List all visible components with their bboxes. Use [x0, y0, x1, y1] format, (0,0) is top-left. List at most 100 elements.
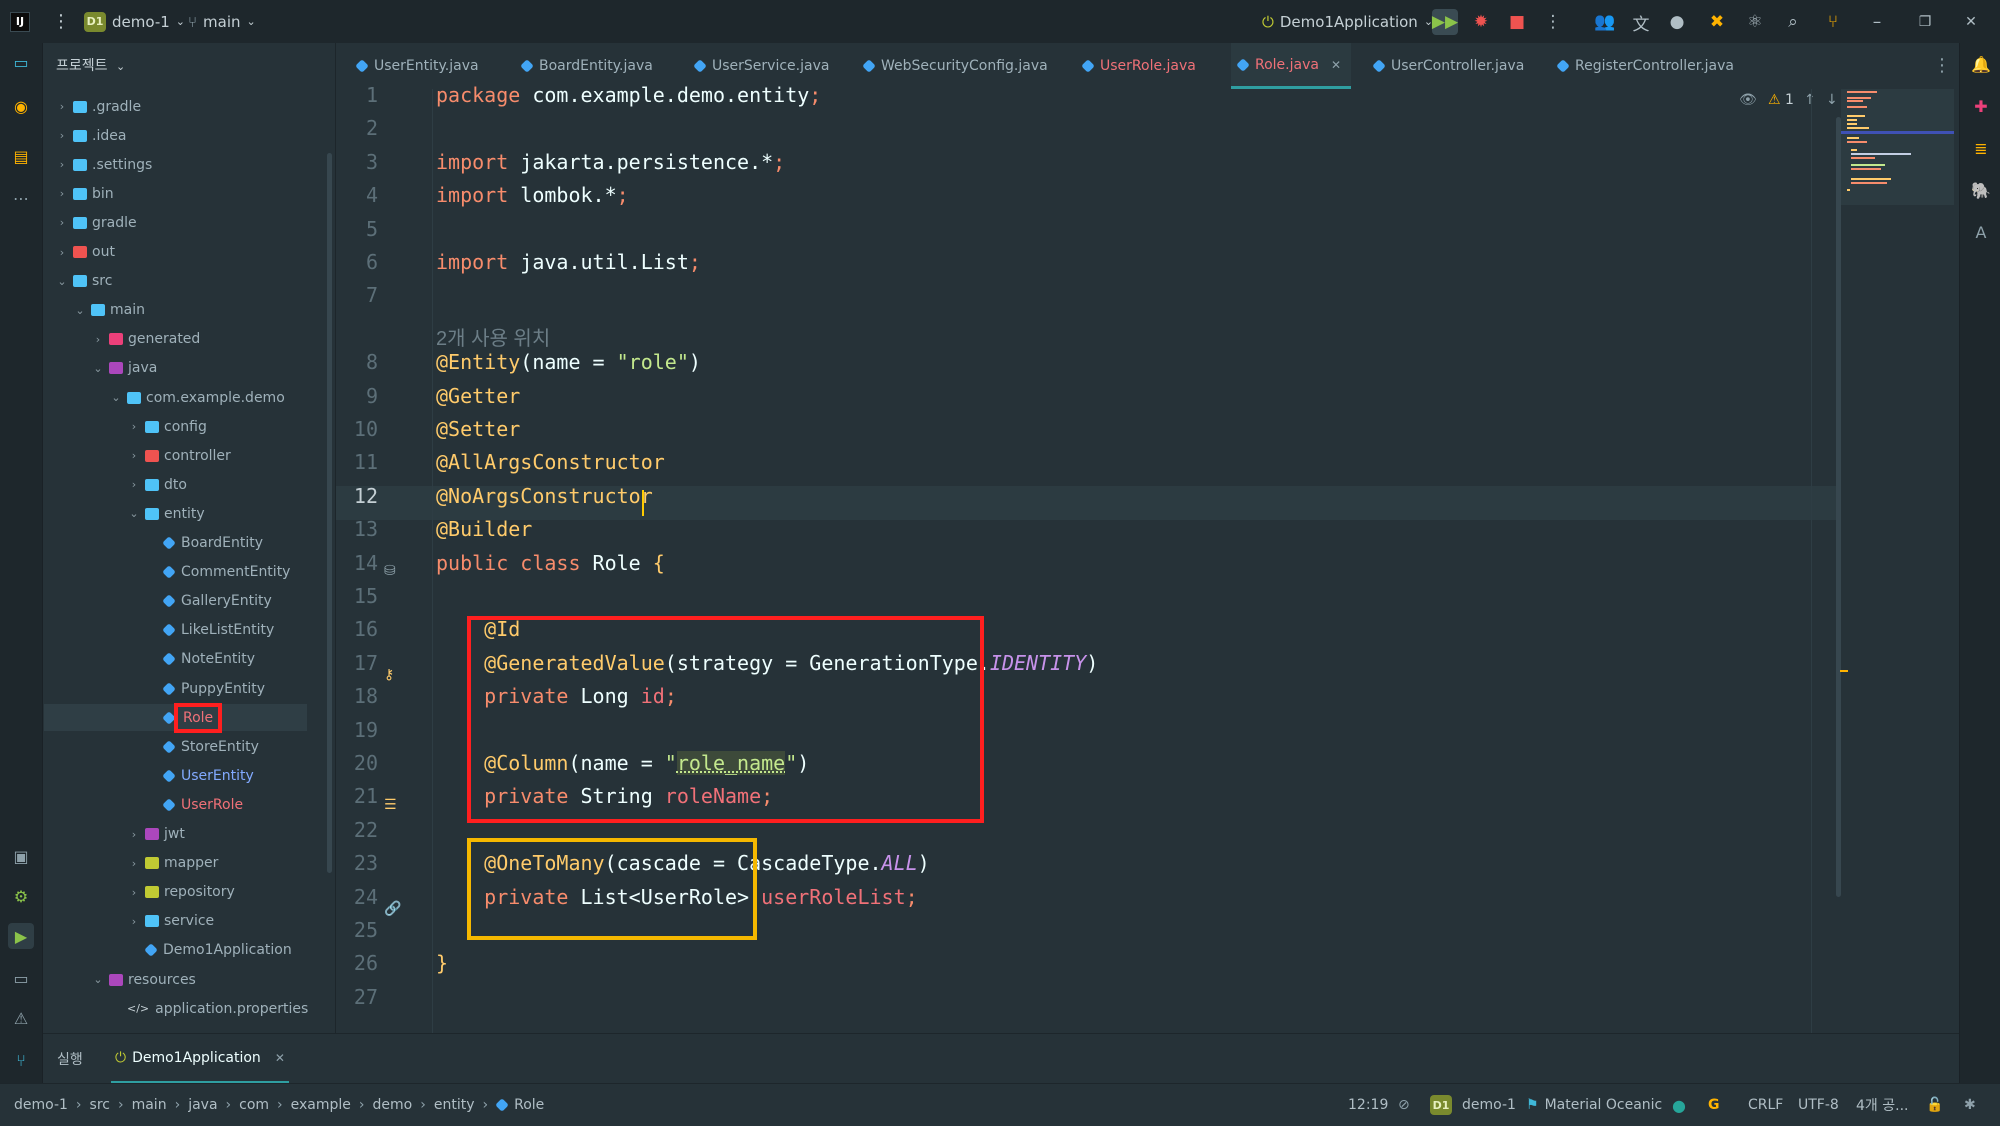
- tab-userrole[interactable]: UserRole.java: [1076, 43, 1202, 89]
- chevron-right-icon[interactable]: ›: [55, 246, 69, 259]
- chevron-right-icon[interactable]: ›: [127, 857, 141, 870]
- tree-folder[interactable]: › controller: [127, 441, 231, 470]
- run-tab[interactable]: 실행: [57, 1049, 83, 1069]
- run-tool-icon[interactable]: ▶: [8, 923, 34, 949]
- tree-file[interactable]: CommentEntity: [145, 558, 290, 587]
- prev-highlight-icon[interactable]: ↑: [1804, 92, 1816, 108]
- breadcrumb-item[interactable]: src: [90, 1097, 110, 1113]
- app-logo[interactable]: IJ: [10, 0, 30, 43]
- branch-selector[interactable]: ⑂ main ⌄: [188, 0, 256, 43]
- structure-tool-icon[interactable]: ▤: [8, 143, 34, 169]
- column-icon[interactable]: ☰: [384, 797, 397, 813]
- status-dot-icon[interactable]: ●: [1672, 1084, 1686, 1126]
- tree-file[interactable]: </> application.properties: [109, 994, 308, 1023]
- breadcrumb-item[interactable]: com: [239, 1097, 269, 1113]
- terminal-icon[interactable]: ▭: [8, 965, 34, 991]
- tree-folder[interactable]: › bin: [55, 179, 114, 208]
- stop-icon[interactable]: ■: [1504, 9, 1530, 35]
- tree-folder[interactable]: › repository: [127, 878, 235, 907]
- tree-folder[interactable]: › gradle: [55, 208, 137, 237]
- next-highlight-icon[interactable]: ↓: [1826, 92, 1838, 108]
- tree-folder[interactable]: ⌄ resources: [91, 965, 195, 994]
- warning-indicator[interactable]: ⚠ 1: [1768, 92, 1794, 108]
- rerun-icon[interactable]: ▶▶: [1432, 9, 1458, 35]
- record-icon[interactable]: ●: [1664, 9, 1690, 35]
- file-encoding[interactable]: UTF-8: [1798, 1084, 1839, 1126]
- indent-setting[interactable]: 4개 공...: [1856, 1084, 1908, 1126]
- tab-more-icon[interactable]: ⋮: [1933, 55, 1951, 76]
- key-icon[interactable]: ⚷: [384, 667, 394, 683]
- memory-icon[interactable]: ✱: [1964, 1084, 1976, 1126]
- relation-link-icon[interactable]: 🔗: [384, 901, 401, 917]
- tree-file[interactable]: NoteEntity: [145, 645, 255, 674]
- chevron-right-icon[interactable]: ›: [127, 828, 141, 841]
- run-config-selector[interactable]: ⏻ Demo1Application ⌄: [1262, 0, 1433, 43]
- project-panel-header[interactable]: 프로젝트 ⌄: [56, 55, 125, 75]
- bookmarks-icon[interactable]: ▣: [8, 843, 34, 869]
- tree-folder[interactable]: › out: [55, 238, 115, 267]
- commit-tool-icon[interactable]: ◉: [8, 93, 34, 119]
- tree-folder[interactable]: ⌄ src: [55, 267, 112, 296]
- reader-mode-icon[interactable]: 👁: [1739, 92, 1757, 108]
- notifications-icon[interactable]: 🔔: [1968, 51, 1994, 77]
- breadcrumb-item[interactable]: demo: [373, 1097, 413, 1113]
- tree-file[interactable]: GalleryEntity: [145, 587, 272, 616]
- tree-folder[interactable]: › .settings: [55, 150, 152, 179]
- build-tools-icon[interactable]: ✖: [1704, 9, 1730, 35]
- tree-file[interactable]: StoreEntity: [145, 732, 259, 761]
- warning-marker[interactable]: [1840, 670, 1848, 672]
- breadcrumb-item[interactable]: Role: [514, 1097, 544, 1113]
- chevron-right-icon[interactable]: ›: [55, 129, 69, 142]
- tab-registercontroller[interactable]: RegisterController.java: [1551, 43, 1740, 89]
- tree-folder[interactable]: ⌄ main: [73, 296, 145, 325]
- main-menu-icon[interactable]: ⋮: [52, 0, 70, 43]
- project-indicator[interactable]: D1 demo-1: [1430, 1084, 1516, 1126]
- tab-usercontroller[interactable]: UserController.java: [1367, 43, 1530, 89]
- chevron-right-icon[interactable]: ›: [127, 449, 141, 462]
- chevron-right-icon[interactable]: ›: [55, 158, 69, 171]
- theme-indicator[interactable]: ⚑ Material Oceanic: [1526, 1084, 1662, 1126]
- tree-folder[interactable]: › config: [127, 412, 207, 441]
- tree-folder[interactable]: › generated: [91, 325, 201, 354]
- tree-folder[interactable]: › .gradle: [55, 92, 141, 121]
- run-app-tab[interactable]: ⏻ Demo1Application ✕: [111, 1034, 289, 1084]
- close-icon[interactable]: ✕: [275, 1051, 285, 1065]
- tree-folder[interactable]: › jwt: [127, 820, 185, 849]
- translate-icon[interactable]: 文: [1628, 9, 1654, 35]
- project-selector[interactable]: D1 demo-1 ⌄: [84, 0, 185, 43]
- tree-file[interactable]: LikeListEntity: [145, 616, 274, 645]
- breadcrumb-item[interactable]: demo-1: [14, 1097, 68, 1113]
- ai-assistant-icon[interactable]: ⚛: [1742, 9, 1768, 35]
- maximize-button[interactable]: ❐: [1912, 9, 1938, 35]
- database-icon[interactable]: ≣: [1968, 135, 1994, 161]
- chevron-right-icon[interactable]: ›: [91, 333, 105, 346]
- chevron-right-icon[interactable]: ›: [127, 478, 141, 491]
- line-ending[interactable]: CRLF: [1748, 1084, 1783, 1126]
- chevron-down-icon[interactable]: ⌄: [109, 391, 123, 404]
- git-icon[interactable]: ⑂: [8, 1047, 34, 1073]
- search-icon[interactable]: ⌕: [1780, 9, 1806, 35]
- tree-folder[interactable]: › service: [127, 907, 214, 936]
- code-with-me-icon[interactable]: 👥: [1592, 9, 1618, 35]
- chevron-right-icon[interactable]: ›: [127, 915, 141, 928]
- tree-folder[interactable]: ⌄ java: [91, 354, 157, 383]
- close-window-button[interactable]: ✕: [1958, 9, 1984, 35]
- tree-folder[interactable]: › .idea: [55, 121, 127, 150]
- plugin-icon[interactable]: ✚: [1968, 93, 1994, 119]
- chevron-right-icon[interactable]: ›: [127, 420, 141, 433]
- more-tools-icon[interactable]: ⋯: [8, 185, 34, 211]
- usage-hint[interactable]: 2개 사용 위치: [436, 322, 550, 351]
- chevron-down-icon[interactable]: ⌄: [127, 507, 141, 520]
- chevron-right-icon[interactable]: ›: [55, 100, 69, 113]
- gradle-icon[interactable]: 🐘: [1968, 177, 1994, 203]
- debug-icon[interactable]: ✹: [1468, 9, 1494, 35]
- breadcrumb-item[interactable]: example: [291, 1097, 351, 1113]
- breadcrumb-item[interactable]: entity: [434, 1097, 475, 1113]
- problems-icon[interactable]: ⚠: [8, 1005, 34, 1031]
- breadcrumb-item[interactable]: main: [132, 1097, 167, 1113]
- chevron-down-icon[interactable]: ⌄: [91, 973, 105, 986]
- tab-role[interactable]: Role.java ✕: [1231, 43, 1352, 89]
- chevron-down-icon[interactable]: ⌄: [55, 275, 69, 288]
- tree-file[interactable]: UserRole: [145, 790, 243, 819]
- chevron-down-icon[interactable]: ⌄: [91, 362, 105, 375]
